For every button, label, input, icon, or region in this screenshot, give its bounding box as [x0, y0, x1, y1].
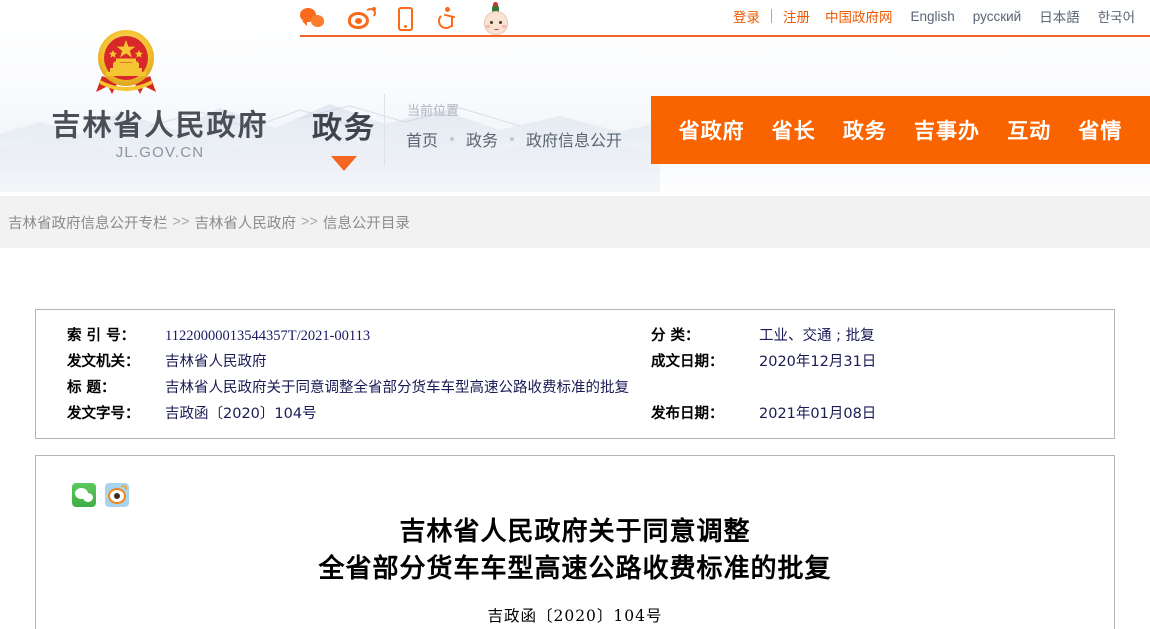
meta-label-issuer: 发文机关： — [67, 350, 165, 371]
meta-cell-category: 分 类： 工业、交通 ; 批复 — [651, 324, 1091, 345]
table-row: 发文字号： 吉政函〔2020〕104号 发布日期： 2021年01月08日 — [36, 402, 1114, 428]
meta-label-doc-number: 发文字号： — [67, 402, 165, 423]
breadcrumb-separator: >> — [301, 214, 318, 230]
vertical-divider — [384, 94, 385, 166]
breadcrumb-item-government[interactable]: 吉林省人民政府 — [194, 212, 296, 233]
meta-value-title: 吉林省人民政府关于同意调整全省部分货车车型高速公路收费标准的批复 — [165, 376, 629, 397]
chevron-down-icon[interactable] — [331, 156, 357, 171]
accessibility-icon[interactable] — [435, 7, 459, 31]
channel-title: 政务 — [312, 103, 376, 147]
breadcrumb-separator: >> — [173, 214, 190, 230]
meta-value-written-date: 2020年12月31日 — [759, 350, 876, 371]
table-row: 索 引 号： 11220000013544357T/2021-00113 分 类… — [36, 324, 1114, 350]
nav-item-province-overview[interactable]: 省情 — [1078, 115, 1122, 145]
meta-value-category: 工业、交通 ; 批复 — [759, 324, 875, 345]
meta-cell-doc-number: 发文字号： 吉政函〔2020〕104号 — [36, 402, 651, 423]
top-utility-links: 登录 注册 中国政府网 English русский 日本語 한국어 — [724, 6, 1144, 26]
breadcrumb-item-catalog[interactable]: 信息公开目录 — [323, 212, 410, 233]
page-title: 吉林省人民政府关于同意调整 全省部分货车车型高速公路收费标准的批复 — [36, 456, 1114, 588]
meta-cell-written-date: 成文日期： 2020年12月31日 — [651, 350, 1091, 371]
meta-label-index: 索 引 号： — [67, 324, 165, 345]
lang-japanese-link[interactable]: 日本語 — [1030, 6, 1089, 26]
document-title-line2: 全省部分货车车型高速公路收费标准的批复 — [318, 554, 831, 584]
nav-item-government-affairs[interactable]: 政务 — [843, 115, 887, 145]
site-name: 吉林省人民政府 — [30, 102, 290, 144]
site-header: 登录 注册 中国政府网 English русский 日本語 한국어 — [0, 0, 1150, 196]
main-navigation: 省政府 省长 政务 吉事办 互动 省情 — [651, 96, 1150, 164]
meta-value-issuer: 吉林省人民政府 — [165, 350, 267, 371]
wechat-icon[interactable] — [300, 8, 326, 30]
meta-cell-publish-date: 发布日期： 2021年01月08日 — [651, 402, 1091, 423]
mascot-avatar-icon[interactable] — [481, 2, 511, 36]
meta-value-publish-date: 2021年01月08日 — [759, 402, 876, 423]
document-metadata-panel: 索 引 号： 11220000013544357T/2021-00113 分 类… — [35, 309, 1115, 439]
nav-item-interaction[interactable]: 互动 — [1007, 115, 1051, 145]
lang-russian-link[interactable]: русский — [964, 9, 1030, 24]
site-domain: JL.GOV.CN — [30, 144, 290, 161]
mobile-icon[interactable] — [398, 7, 413, 31]
meta-cell-title: 标 题： 吉林省人民政府关于同意调整全省部分货车车型高速公路收费标准的批复 — [36, 376, 651, 397]
lang-english-link[interactable]: English — [902, 9, 964, 24]
meta-cell-index: 索 引 号： 11220000013544357T/2021-00113 — [36, 324, 651, 345]
curpos-item-home[interactable]: 首页 — [406, 127, 438, 151]
meta-label-publish-date: 发布日期： — [651, 402, 759, 423]
weibo-icon[interactable] — [348, 7, 376, 31]
china-gov-link[interactable]: 中国政府网 — [816, 6, 902, 26]
curpos-item-disclosure[interactable]: 政府信息公开 — [526, 127, 622, 151]
top-social-icon-row — [300, 3, 511, 35]
breadcrumb-item-column[interactable]: 吉林省政府信息公开专栏 — [8, 212, 168, 233]
breadcrumb: 吉林省政府信息公开专栏 >> 吉林省人民政府 >> 信息公开目录 — [0, 196, 1150, 248]
meta-cell-issuer: 发文机关： 吉林省人民政府 — [36, 350, 651, 371]
share-icon-row — [72, 483, 129, 507]
lang-korean-link[interactable]: 한국어 — [1089, 6, 1144, 26]
login-link[interactable]: 登录 — [724, 6, 771, 26]
document-title-line1: 吉林省人民政府关于同意调整 — [399, 517, 750, 547]
nav-item-governor[interactable]: 省长 — [772, 115, 816, 145]
meta-label-title: 标 题： — [67, 376, 165, 397]
nav-item-jishiban[interactable]: 吉事办 — [914, 115, 980, 145]
meta-label-category: 分 类： — [651, 324, 759, 345]
table-row: 发文机关： 吉林省人民政府 成文日期： 2020年12月31日 — [36, 350, 1114, 376]
table-row: 标 题： 吉林省人民政府关于同意调整全省部分货车车型高速公路收费标准的批复 — [36, 376, 1114, 402]
meta-value-index: 11220000013544357T/2021-00113 — [165, 328, 370, 345]
weibo-share-icon[interactable] — [105, 483, 129, 507]
header-divider-rule — [300, 35, 1150, 37]
meta-label-written-date: 成文日期： — [651, 350, 759, 371]
register-link[interactable]: 注册 — [772, 6, 816, 26]
document-body-panel: 吉林省人民政府关于同意调整 全省部分货车车型高速公路收费标准的批复 吉政函〔20… — [35, 455, 1115, 629]
national-emblem-icon — [86, 20, 166, 100]
current-position-breadcrumb: 首页 政务 政府信息公开 — [406, 127, 622, 151]
meta-value-doc-number: 吉政函〔2020〕104号 — [165, 402, 317, 423]
document-number: 吉政函〔2020〕104号 — [36, 604, 1114, 626]
curpos-item-affairs[interactable]: 政务 — [466, 127, 498, 151]
breadcrumb-dot — [510, 137, 514, 141]
breadcrumb-dot — [450, 137, 454, 141]
wechat-share-icon[interactable] — [72, 483, 96, 507]
nav-item-provincial-government[interactable]: 省政府 — [679, 115, 745, 145]
current-position-label: 当前位置 — [407, 100, 459, 119]
